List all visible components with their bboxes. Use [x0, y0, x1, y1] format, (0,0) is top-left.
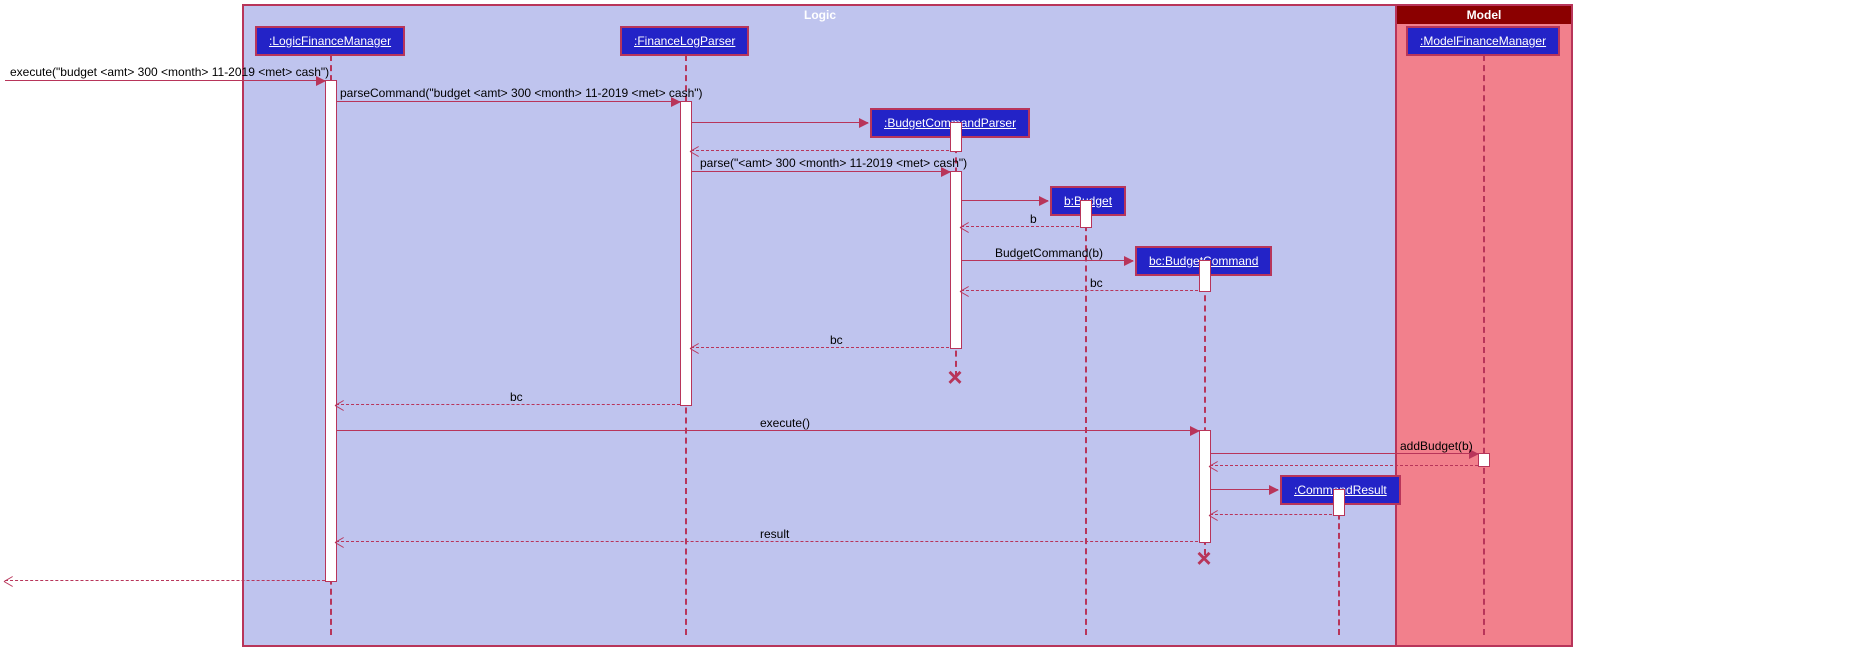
msg-return-bc3-label: bc — [510, 390, 523, 404]
msg-return-b — [961, 226, 1079, 228]
activation-flp — [680, 101, 692, 406]
msg-parseCommand — [336, 101, 680, 103]
msg-execute2 — [336, 430, 1199, 432]
msg-return-result — [336, 541, 1198, 543]
msg-create-bc-label: BudgetCommand(b) — [995, 246, 1103, 260]
msg-execute-in — [5, 80, 325, 82]
participant-flp: :FinanceLogParser — [620, 26, 749, 56]
msg-create-bc — [961, 260, 1133, 262]
msg-return-bcp-create — [691, 150, 949, 152]
msg-return-bc1 — [961, 290, 1198, 292]
msg-return-external — [5, 580, 325, 582]
frame-model-title: Model — [1397, 6, 1571, 24]
destroy-bc: × — [1194, 548, 1214, 568]
msg-return-b-label: b — [1030, 212, 1037, 226]
msg-return-cr — [1210, 514, 1332, 516]
activation-budget — [1080, 200, 1092, 228]
msg-return-bc1-label: bc — [1090, 276, 1103, 290]
lifeline-mfm — [1483, 55, 1485, 635]
msg-addBudget-label: addBudget(b) — [1400, 439, 1473, 453]
activation-bc-1 — [1199, 260, 1211, 292]
msg-create-budget — [961, 200, 1048, 202]
msg-create-cr — [1210, 489, 1278, 491]
msg-return-result-label: result — [760, 527, 789, 541]
msg-return-bc2-label: bc — [830, 333, 843, 347]
msg-parse — [691, 171, 950, 173]
lifeline-cr — [1338, 504, 1340, 635]
msg-execute-in-label: execute("budget <amt> 300 <month> 11-201… — [10, 65, 329, 79]
msg-execute2-label: execute() — [760, 416, 810, 430]
activation-mfm — [1478, 453, 1490, 467]
frame-logic-title: Logic — [804, 6, 836, 24]
lifeline-budget — [1085, 215, 1087, 635]
msg-return-bc2 — [691, 347, 949, 349]
participant-lfm: :LogicFinanceManager — [255, 26, 405, 56]
msg-return-mfm — [1210, 465, 1478, 467]
msg-create-bcp — [691, 122, 868, 124]
sequence-diagram: Logic Model :LogicFinanceManager :Financ… — [0, 0, 1849, 664]
msg-return-bc3 — [336, 404, 680, 406]
activation-lfm — [325, 80, 337, 582]
msg-addBudget — [1210, 453, 1478, 455]
msg-parseCommand-label: parseCommand("budget <amt> 300 <month> 1… — [340, 86, 703, 100]
activation-cr — [1333, 489, 1345, 516]
activation-bcp-1 — [950, 122, 962, 152]
destroy-bcp: × — [945, 367, 965, 387]
activation-bc-2 — [1199, 430, 1211, 543]
msg-parse-label: parse("<amt> 300 <month> 11-2019 <met> c… — [700, 156, 967, 170]
participant-mfm: :ModelFinanceManager — [1406, 26, 1560, 56]
